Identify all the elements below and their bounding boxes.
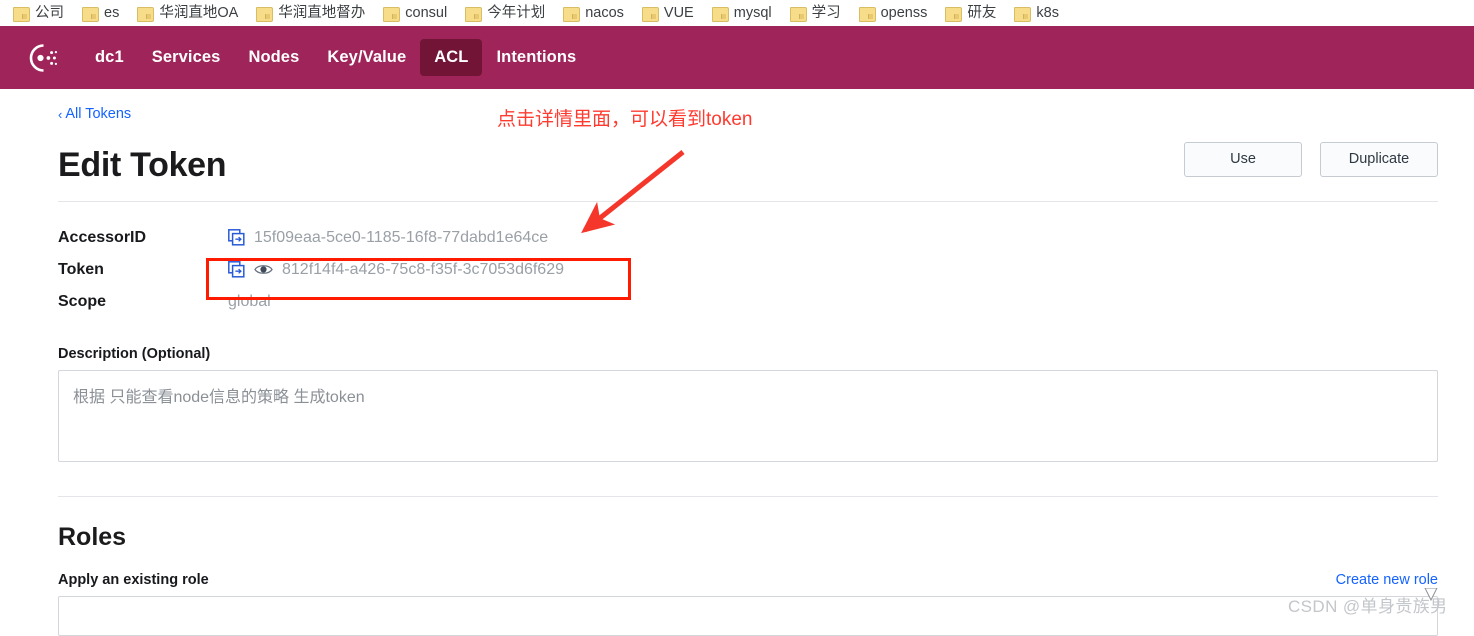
copy-icon[interactable]: [228, 229, 245, 246]
bookmark-item[interactable]: k8s: [1005, 1, 1068, 25]
detail-value: 15f09eaa-5ce0-1185-16f8-77dabd1e64ce: [254, 228, 549, 246]
apply-existing-role-label: Apply an existing role: [58, 571, 209, 588]
bookmark-label: 华润直地督办: [278, 4, 366, 21]
bookmark-item[interactable]: mysql: [703, 1, 781, 25]
nav-item-services[interactable]: Services: [138, 39, 235, 76]
duplicate-button[interactable]: Duplicate: [1320, 141, 1438, 177]
detail-value-wrap: 15f09eaa-5ce0-1185-16f8-77dabd1e64ce: [228, 229, 548, 247]
bookmark-label: nacos: [585, 4, 624, 21]
use-button[interactable]: Use: [1184, 141, 1302, 177]
roles-header-row: Apply an existing role Create new role: [58, 572, 1438, 588]
folder-icon: [82, 6, 99, 22]
detail-label: Scope: [58, 292, 107, 310]
detail-value-wrap: global: [228, 293, 271, 311]
nav-item-dc1[interactable]: dc1: [81, 39, 138, 76]
bookmark-label: k8s: [1036, 4, 1059, 21]
header-actions: Use Duplicate: [1184, 141, 1438, 177]
bookmark-label: openss: [880, 4, 928, 21]
nav-item-intentions[interactable]: Intentions: [482, 39, 590, 76]
bookmark-item[interactable]: nacos: [554, 1, 633, 25]
bookmark-label: consul: [405, 4, 448, 21]
folder-icon: [789, 6, 807, 22]
description-textarea[interactable]: 根据 只能查看node信息的策略 生成token: [58, 369, 1438, 462]
bookmark-label: 公司: [35, 4, 64, 21]
nav-item-nodes[interactable]: Nodes: [234, 39, 313, 76]
page-title: Edit Token: [58, 145, 227, 184]
folder-icon: [1014, 6, 1032, 22]
folder-icon: [137, 6, 155, 22]
folder-icon: [13, 6, 30, 22]
token-details: AccessorID 15f09eaa-5ce0-1185-16f8-77dab…: [58, 222, 1438, 318]
folder-icon: [641, 6, 659, 22]
section-divider: [58, 495, 1438, 497]
detail-value: global: [228, 292, 271, 310]
folder-icon: [465, 6, 483, 22]
roles-section-title: Roles: [58, 522, 127, 551]
annotation-note-text: 点击详情里面，可以看到token: [497, 109, 753, 130]
bookmark-label: 研友: [967, 4, 997, 21]
page-content: ‹ All Tokens Edit Token Use Duplicate Ac…: [0, 89, 1474, 636]
detail-row-token: Token 812f14f4-a426-75c8-f35f-3c7053d6f6: [58, 254, 1438, 286]
bookmark-item[interactable]: VUE: [633, 1, 703, 25]
detail-label: AccessorID: [58, 228, 147, 246]
description-label: Description (Optional): [58, 345, 211, 362]
create-new-role-link[interactable]: Create new role: [1336, 572, 1438, 588]
title-row: Edit Token Use Duplicate: [58, 124, 1438, 185]
bookmark-item[interactable]: openss: [850, 1, 937, 25]
bookmark-item[interactable]: consul: [374, 1, 456, 25]
bookmark-item[interactable]: 华润直地OA: [128, 1, 247, 25]
consul-top-navigation: dc1 Services Nodes Key/Value ACL Intenti…: [0, 26, 1474, 89]
bookmark-item[interactable]: 今年计划: [456, 1, 554, 25]
breadcrumb-all-tokens[interactable]: ‹ All Tokens: [58, 106, 131, 122]
role-select-input[interactable]: [58, 595, 1438, 636]
folder-icon: [945, 6, 963, 22]
bookmark-label: VUE: [663, 4, 694, 21]
detail-row-scope: Scope global: [58, 286, 1438, 318]
description-field: Description (Optional) 根据 只能查看node信息的策略 …: [58, 346, 1438, 462]
nav-item-key-value[interactable]: Key/Value: [313, 39, 420, 76]
folder-icon: [256, 6, 274, 22]
consul-logo-icon[interactable]: [21, 38, 61, 78]
chevron-left-icon: ‹: [58, 106, 63, 122]
breadcrumb-label: All Tokens: [65, 106, 132, 122]
bookmark-item[interactable]: 华润直地督办: [247, 1, 374, 25]
title-divider: [58, 200, 1438, 202]
bookmark-label: mysql: [733, 4, 772, 21]
detail-row-accessorid: AccessorID 15f09eaa-5ce0-1185-16f8-77dab…: [58, 222, 1438, 254]
folder-icon: [383, 6, 401, 22]
eye-icon[interactable]: [254, 263, 273, 276]
detail-value-wrap: 812f14f4-a426-75c8-f35f-3c7053d6f629: [228, 261, 564, 279]
bookmark-item[interactable]: 研友: [936, 1, 1005, 25]
nav-item-acl[interactable]: ACL: [420, 39, 483, 76]
bookmark-label: 学习: [811, 4, 841, 21]
copy-icon[interactable]: [228, 261, 245, 278]
browser-bookmark-bar: 公司 es 华润直地OA 华润直地督办 consul 今年计划 nacos VU…: [0, 0, 1474, 26]
detail-label: Token: [58, 260, 104, 278]
bookmark-item[interactable]: es: [73, 1, 128, 25]
bookmark-item[interactable]: 公司: [4, 1, 73, 25]
bookmark-label: 华润直地OA: [159, 4, 239, 21]
nav-item-list: dc1 Services Nodes Key/Value ACL Intenti…: [81, 39, 590, 76]
bookmark-item[interactable]: 学习: [781, 1, 850, 25]
detail-value: 812f14f4-a426-75c8-f35f-3c7053d6f629: [282, 260, 564, 278]
folder-icon: [858, 6, 876, 22]
bookmark-label: 今年计划: [487, 4, 546, 21]
folder-icon: [711, 6, 729, 22]
bookmark-label: es: [104, 4, 120, 21]
folder-icon: [563, 6, 581, 22]
mouse-cursor-icon: [1424, 588, 1438, 602]
